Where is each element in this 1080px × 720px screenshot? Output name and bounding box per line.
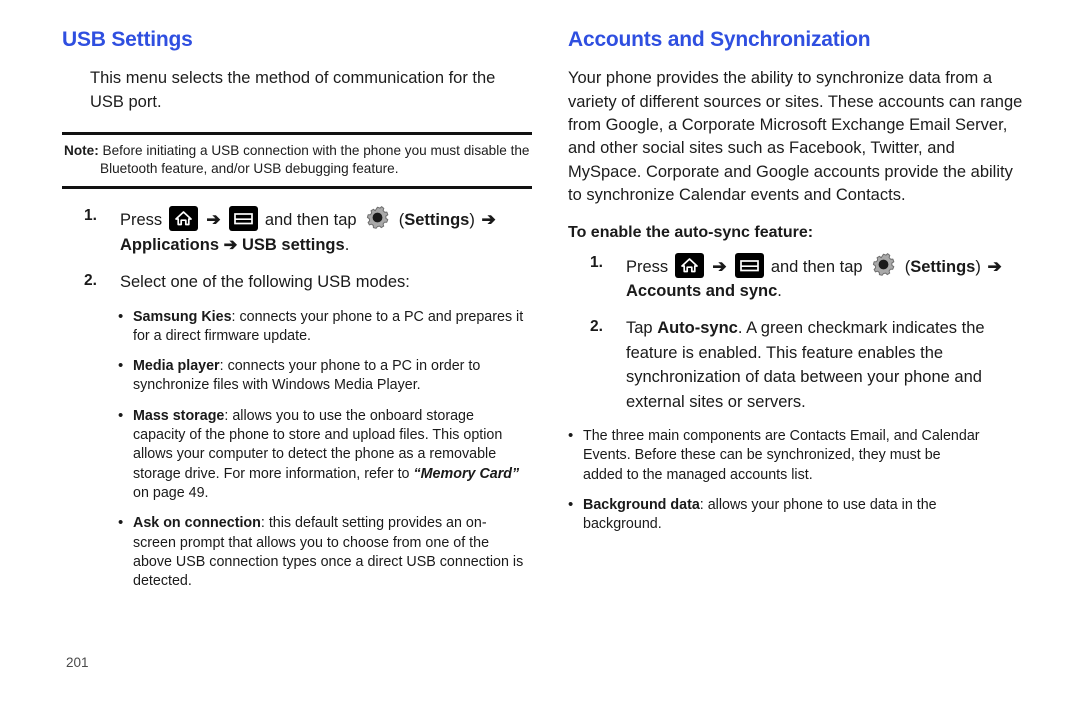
step-1-line-1: Press ➔ and then tap (Settings) ➔ [626, 252, 1038, 279]
usb-mode-term: Mass storage [133, 407, 225, 424]
arrow-icon-1: ➔ [206, 210, 221, 230]
note-body: Note: Before initiating a USB connection… [62, 135, 532, 186]
usb-steps-list: 1. Press ➔ and then tap (Settings) ➔ App… [62, 205, 532, 294]
step-1-press-label: Press [626, 257, 669, 276]
settings-paren-close: ) [469, 211, 475, 230]
arrow-icon-2: ➔ [481, 210, 496, 230]
step-1-line-2: Accounts and sync. [626, 279, 1038, 303]
settings-paren-close: ) [975, 257, 981, 276]
step-1-number: 1. [590, 253, 603, 271]
list-item-media-player: Media player: connects your phone to a P… [118, 356, 528, 396]
settings-label: Settings [910, 257, 976, 276]
step-1-period: . [344, 235, 350, 254]
memory-card-reference[interactable]: “Memory Card” [414, 466, 520, 482]
right-column: Accounts and Synchronization Your phone … [568, 28, 1038, 546]
step-2: 2. Tap Auto-sync. A green checkmark indi… [568, 316, 1038, 414]
usb-intro-paragraph: This menu selects the method of communic… [90, 69, 496, 111]
home-icon[interactable] [168, 206, 198, 232]
step-1-line-1: Press ➔ and then tap (Settings) ➔ [120, 205, 532, 232]
note-label: Note: [64, 142, 99, 158]
usb-mode-desc-after: on page 49. [133, 484, 209, 501]
note-block: Note: Before initiating a USB connection… [62, 131, 532, 190]
page-title-usb-settings: USB Settings [62, 28, 193, 51]
note-rule-bottom [62, 186, 532, 190]
list-item-main-components: The three main components are Contacts E… [568, 426, 980, 485]
auto-sync-details-list: The three main components are Contacts E… [568, 426, 980, 535]
list-item-samsung-kies: Samsung Kies: connects your phone to a P… [118, 307, 528, 347]
step-1-line-2: Applications ➔ USB settings. [120, 233, 532, 257]
step-1: 1. Press ➔ and then [568, 252, 1038, 304]
arrow-icon-2: ➔ [987, 256, 1002, 276]
menu-icon[interactable] [735, 252, 765, 278]
usb-mode-term: Ask on connection [133, 515, 261, 532]
list-item-ask-on-connection: Ask on connection: this default setting … [118, 513, 528, 591]
gear-icon[interactable] [364, 205, 391, 232]
step-2: 2. Select one of the following USB modes… [62, 270, 532, 294]
step-2-text-before: Tap [626, 319, 658, 338]
subheading-auto-sync: To enable the auto-sync feature: [568, 223, 814, 241]
step-1-path-label: Applications ➔ USB settings [120, 235, 345, 254]
step-2-number: 2. [84, 272, 97, 290]
page-number: 201 [66, 655, 89, 670]
step-1-path-label: Accounts and sync [626, 282, 778, 301]
step-2-text: Tap Auto-sync. A green checkmark indicat… [626, 316, 1038, 414]
gear-icon[interactable] [870, 252, 897, 279]
list-item-background-data: Background data: allows your phone to us… [568, 495, 980, 535]
usb-modes-list: Samsung Kies: connects your phone to a P… [118, 307, 528, 592]
list-item-mass-storage: Mass storage: allows you to use the onbo… [118, 406, 528, 503]
step-1-period: . [777, 282, 782, 301]
step-1: 1. Press ➔ and then [62, 205, 532, 257]
step-1-press-label: Press [120, 211, 163, 230]
step-1-number: 1. [84, 207, 97, 225]
step-1-tap-label: and then tap [770, 257, 863, 276]
note-line-1: Before initiating a USB connection with … [102, 142, 530, 158]
accounts-steps-list: 1. Press ➔ and then tap (Settings) ➔ Acc… [568, 252, 1038, 414]
step-2-text: Select one of the following USB modes: [120, 273, 410, 292]
note-line-2: Bluetooth feature, and/or USB debugging … [100, 161, 399, 177]
home-icon[interactable] [674, 252, 704, 278]
accounts-intro-paragraph: Your phone provides the ability to synch… [568, 69, 1023, 205]
menu-icon[interactable] [229, 206, 259, 232]
step-1-tap-label: and then tap [264, 211, 357, 230]
usb-mode-term: Samsung Kies [133, 308, 232, 325]
step-2-number: 2. [590, 318, 603, 336]
settings-label: Settings [404, 211, 470, 230]
page-title-accounts-sync: Accounts and Synchronization [568, 28, 871, 51]
detail-desc: The three main components are Contacts E… [583, 428, 980, 483]
auto-sync-term: Auto-sync [657, 319, 738, 338]
arrow-icon-1: ➔ [712, 256, 727, 276]
left-column: USB Settings This menu selects the metho… [62, 28, 532, 602]
detail-term: Background data [583, 496, 700, 513]
document-page: USB Settings This menu selects the metho… [0, 0, 1080, 720]
usb-mode-term: Media player [133, 358, 220, 375]
